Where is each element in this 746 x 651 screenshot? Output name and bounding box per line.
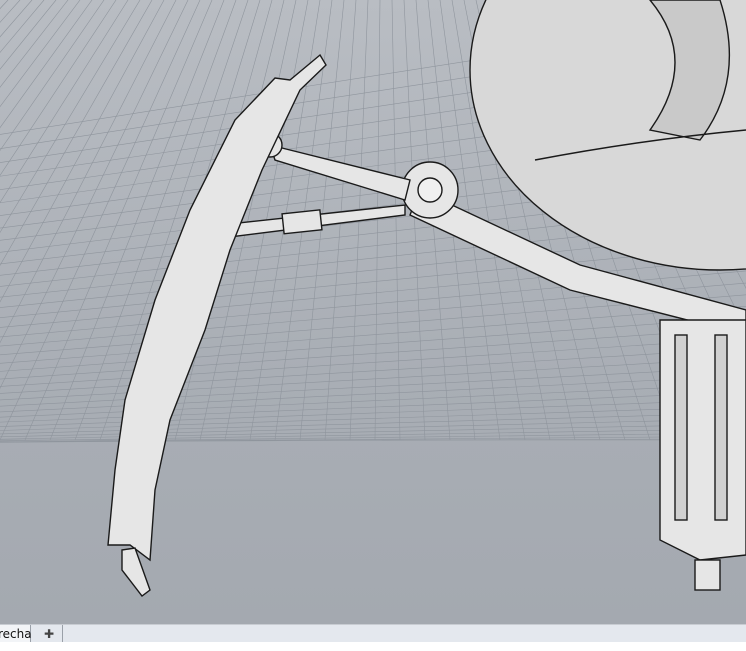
foot-pad [694, 559, 721, 591]
plus-icon[interactable]: ✚ [36, 625, 63, 643]
viewport-tab-bar: recha ✚ [0, 624, 746, 643]
perspective-viewport[interactable] [0, 0, 746, 624]
status-strip [0, 642, 746, 651]
rod [268, 144, 411, 201]
model-render [0, 0, 746, 597]
landing-leg-model [107, 0, 746, 597]
viewport-tab[interactable]: recha [0, 625, 32, 643]
lower-housing [659, 319, 746, 561]
